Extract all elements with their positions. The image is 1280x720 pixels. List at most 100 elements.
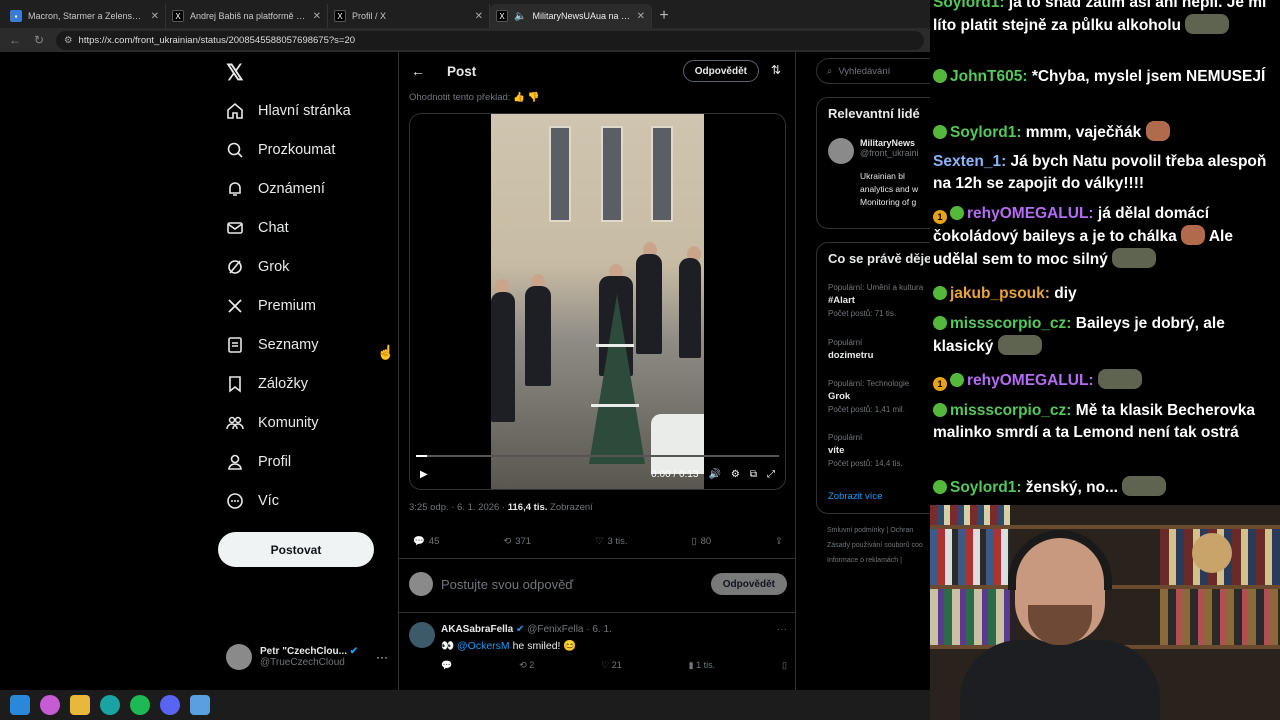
edge-icon[interactable] — [100, 695, 120, 715]
more-icon[interactable]: ··· — [376, 650, 388, 664]
nav-more[interactable]: Víc — [226, 482, 279, 520]
section-title: Relevantní lidé — [828, 106, 920, 121]
window — [651, 126, 673, 222]
badge-icon — [933, 316, 947, 330]
footer-link[interactable]: Smluvní podmínky | Ochran — [827, 527, 913, 534]
show-more-link[interactable]: Zobrazit více — [828, 491, 882, 502]
more-circle-icon — [227, 493, 243, 509]
nav-label: Seznamy — [258, 337, 319, 353]
nav-bookmarks[interactable]: Záložky — [226, 365, 308, 403]
comment-actions: 💬 ⟲ 2 ♡ 21 ▮ 1 tis. ▯ — [441, 660, 787, 671]
volume-icon[interactable]: 🔊 — [708, 469, 720, 480]
chat-message: Soylord1: mmm, vaječňák — [933, 121, 1278, 144]
reply-input[interactable]: Postujte svou odpověď — [441, 577, 703, 592]
bookmark-icon[interactable]: ▯ — [782, 660, 787, 671]
heart-icon[interactable]: ♡ 21 — [601, 660, 622, 671]
relevant-user[interactable]: MilitaryNews @front_ukraini — [860, 138, 919, 158]
footer-link[interactable]: Informace o reklamách | — [827, 557, 902, 564]
footer-link[interactable]: Zásady používání souborů coo — [827, 542, 923, 549]
nav-explore[interactable]: Prozkoumat — [226, 131, 335, 169]
trend-item[interactable]: Populární dozimetru — [828, 338, 873, 364]
mention-link[interactable]: @OckersM — [457, 640, 510, 652]
views-icon[interactable]: ▮ 1 tis. — [689, 660, 715, 671]
nav-home[interactable]: Hlavní stránka — [226, 92, 351, 130]
windows-start-icon[interactable] — [10, 695, 30, 715]
nav-communities[interactable]: Komunity — [226, 404, 318, 442]
chat-message: JohnT605: *Chyba, myslel jsem NEMUSEJÍ — [933, 66, 1278, 88]
x-logo-icon[interactable]: 𝕏 — [226, 60, 244, 86]
trend-item[interactable]: Populární: Technologie Grok Počet postů: 1… — [828, 379, 909, 414]
bell-icon — [229, 182, 241, 196]
person — [525, 286, 551, 386]
browser-tab-1[interactable]: ▪ Macron, Starmer a Zelenskyj pode ✕ — [4, 4, 166, 28]
notepad-icon[interactable] — [190, 695, 210, 715]
browser-tab-3[interactable]: X Profil / X ✕ — [328, 4, 490, 28]
nav-premium[interactable]: Premium — [226, 287, 316, 325]
back-arrow-icon[interactable]: ← — [411, 63, 425, 79]
fullscreen-icon[interactable]: ⤢ — [767, 469, 775, 480]
badge-icon — [933, 403, 947, 417]
video-progress-bar[interactable] — [416, 455, 779, 457]
settings-icon[interactable]: ⚙ — [731, 469, 740, 480]
trend-item[interactable]: Populární víte Počet postů: 14,4 tis. — [828, 433, 903, 468]
x-favicon-icon: X — [172, 10, 184, 22]
bookmark-icon — [229, 376, 241, 393]
trend-item[interactable]: Populární: Umění a kultura #Alart Počet po… — [828, 283, 923, 318]
speaker-icon[interactable]: 🔈 — [514, 11, 526, 22]
spotify-icon[interactable] — [130, 695, 150, 715]
search-input[interactable]: ⌕ Vyhledávání — [816, 58, 930, 84]
file-explorer-icon[interactable] — [70, 695, 90, 715]
post-meta: 3:25 odp. · 6. 1. 2026 · 116,4 tis. Zobr… — [409, 502, 593, 513]
close-icon[interactable]: ✕ — [313, 11, 321, 22]
nav-profile[interactable]: Profil — [226, 443, 291, 481]
reply-composer: Postujte svou odpověď Odpovědět — [409, 569, 787, 599]
post-button[interactable]: Postovat — [218, 532, 374, 567]
reply-header-button[interactable]: Odpovědět — [682, 60, 759, 82]
badge-icon — [933, 480, 947, 494]
repost-icon[interactable]: ⟲ 2 — [519, 660, 534, 671]
avatar[interactable] — [828, 138, 854, 164]
nav-lists[interactable]: Seznamy — [226, 326, 318, 364]
close-icon[interactable]: ✕ — [475, 11, 483, 22]
site-info-icon[interactable]: ⚙ — [64, 35, 73, 46]
thumbs-down-icon[interactable]: 👎 — [528, 92, 540, 103]
url-field[interactable]: ⚙ https://x.com/front_ukrainian/status/20… — [56, 30, 924, 50]
nav-grok[interactable]: Grok — [226, 248, 289, 286]
browser-tab-4[interactable]: X 🔈 MilitaryNewsUAua na platf ✕ — [490, 4, 652, 28]
search-icon: ⌕ — [827, 65, 833, 77]
close-icon[interactable]: ✕ — [151, 11, 159, 22]
christmas-tree — [589, 294, 645, 464]
thumbs-up-icon[interactable]: 👍 — [513, 92, 525, 103]
relevant-people: Relevantní lidé MilitaryNews @front_ukrai… — [816, 97, 930, 229]
back-icon[interactable]: ← — [8, 33, 22, 47]
nav-notifications[interactable]: Oznámení — [226, 170, 325, 208]
badge-icon — [933, 286, 947, 300]
video-player[interactable]: ▶ 0:00 / 0:13 🔊 ⚙ ⧉ ⤢ — [409, 113, 786, 490]
comment-icon[interactable]: 💬 — [441, 660, 452, 671]
discord-icon[interactable] — [160, 695, 180, 715]
nav-chat[interactable]: Chat — [226, 209, 289, 247]
reply-action[interactable]: 💬 45 — [413, 536, 439, 547]
divider — [399, 558, 795, 559]
comment-icon: 💬 — [413, 536, 425, 547]
account-handle: @TrueCzechCloud — [260, 657, 345, 668]
account-switcher[interactable]: Petr "CzechClou... ✔ @TrueCzechCloud ··· — [226, 640, 396, 674]
bookmark-action[interactable]: ▯ 80 — [691, 536, 711, 547]
captions-icon[interactable]: ⧉ — [750, 469, 757, 480]
like-action[interactable]: ♡ 3 tis. — [595, 536, 628, 547]
share-icon[interactable]: ⇪ — [775, 536, 783, 547]
reply-submit-button[interactable]: Odpovědět — [710, 573, 787, 595]
play-icon[interactable]: ▶ — [420, 469, 428, 480]
more-icon[interactable]: ··· — [777, 624, 787, 635]
browser-tab-2[interactable]: X Andrej Babiš na platformě X: „Dne ✕ — [166, 4, 328, 28]
chat-message: 1 rehyOMEGALUL: já dělal domácí čokoládov… — [933, 205, 1233, 268]
post-actions: 💬 45 ⟲ 371 ♡ 3 tis. ▯ 80 ⇪ — [413, 536, 783, 547]
nav-label: Záložky — [258, 376, 308, 392]
settings-sliders-icon[interactable]: ⇅ — [771, 63, 781, 77]
new-tab-button[interactable]: + — [652, 4, 676, 28]
repost-action[interactable]: ⟲ 371 — [503, 536, 531, 547]
copilot-icon[interactable] — [40, 695, 60, 715]
repost-icon: ⟲ — [503, 536, 512, 547]
close-icon[interactable]: ✕ — [637, 11, 645, 22]
reload-icon[interactable]: ↻ — [32, 33, 46, 47]
